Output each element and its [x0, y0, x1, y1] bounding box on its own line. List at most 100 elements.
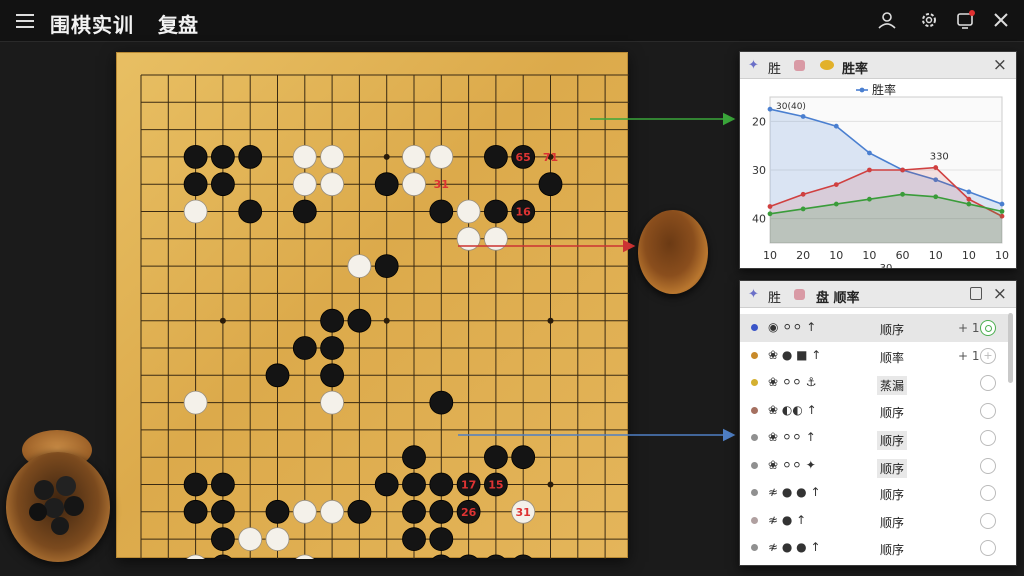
copy-icon[interactable] — [970, 287, 982, 300]
white-stone[interactable] — [456, 199, 481, 224]
close-panel-button[interactable]: × — [993, 55, 1007, 75]
close-icon[interactable] — [990, 9, 1012, 31]
row-radio[interactable] — [980, 457, 996, 474]
app-title: 围棋实训 — [50, 13, 134, 37]
black-stone[interactable] — [292, 199, 317, 224]
menu-icon[interactable] — [14, 10, 36, 32]
white-stone[interactable] — [320, 390, 345, 415]
black-stone[interactable] — [511, 445, 536, 470]
black-stone[interactable] — [211, 145, 235, 169]
black-stone[interactable] — [265, 499, 290, 524]
black-stone[interactable] — [374, 254, 399, 279]
black-stone[interactable] — [211, 554, 234, 559]
move-row[interactable]: ≉ ● ↑ 顺序 — [740, 507, 1008, 535]
white-stone[interactable] — [456, 226, 481, 251]
white-stone[interactable] — [292, 172, 317, 197]
black-stone[interactable] — [429, 527, 454, 552]
y-tick-label: 30 — [752, 164, 766, 177]
go-board-canvas[interactable]: 657131161715263116 — [117, 53, 629, 559]
black-stone[interactable] — [374, 172, 399, 197]
white-stone[interactable] — [183, 199, 208, 224]
row-radio[interactable] — [980, 430, 996, 446]
move-row[interactable]: ❀ ⚪⚪ ⚓ 蒸漏 — [740, 369, 1008, 397]
row-radio[interactable] — [980, 512, 996, 529]
close-panel-button[interactable]: × — [993, 284, 1007, 304]
move-row[interactable]: ❀ ● ■ ↑ 顺率 + 1 + — [740, 342, 1008, 370]
black-stone[interactable] — [183, 145, 208, 169]
black-stone[interactable] — [484, 554, 507, 559]
black-stone[interactable] — [211, 527, 235, 552]
black-stone[interactable] — [347, 308, 372, 333]
black-stone[interactable] — [483, 199, 508, 224]
black-stone[interactable] — [238, 199, 263, 224]
black-stone[interactable] — [402, 445, 426, 470]
white-stone[interactable] — [429, 145, 454, 169]
data-point — [800, 206, 806, 212]
black-stone[interactable] — [211, 472, 235, 497]
row-radio[interactable] — [980, 540, 996, 556]
black-stone[interactable] — [512, 554, 535, 559]
black-stone[interactable] — [402, 499, 426, 524]
white-stone[interactable] — [238, 527, 263, 552]
black-stone[interactable] — [183, 472, 208, 497]
move-row[interactable]: ❀ ⚪⚪ ↑ 顺序 — [740, 424, 1008, 452]
notification-icon[interactable] — [954, 9, 976, 31]
black-stone[interactable] — [429, 472, 454, 497]
white-stone[interactable] — [320, 145, 345, 169]
black-stone[interactable] — [320, 308, 345, 333]
move-row[interactable]: ❀ ◐◐ ↑ 顺序 — [740, 397, 1008, 425]
white-stone[interactable] — [184, 554, 207, 559]
black-stone[interactable] — [538, 172, 563, 197]
black-stone[interactable] — [238, 145, 263, 169]
black-stone[interactable] — [457, 554, 480, 559]
black-stone[interactable] — [211, 172, 235, 197]
black-stone[interactable] — [483, 445, 508, 470]
move-row[interactable]: ≉ ● ● ↑ 顺序 — [740, 534, 1008, 562]
white-stone[interactable] — [320, 172, 345, 197]
move-row[interactable]: ≉ ● ● ↑ 顺序 — [740, 479, 1008, 507]
black-stone[interactable] — [402, 527, 426, 552]
black-stone[interactable] — [211, 499, 235, 524]
black-stone[interactable] — [347, 499, 372, 524]
white-stone[interactable] — [347, 254, 372, 279]
scrollbar[interactable] — [1008, 313, 1013, 383]
black-stone[interactable] — [320, 363, 345, 388]
settings-icon[interactable] — [918, 9, 940, 31]
data-point — [767, 211, 773, 217]
row-radio[interactable]: + — [980, 347, 996, 364]
white-stone[interactable] — [402, 145, 426, 169]
user-icon[interactable] — [876, 9, 898, 31]
row-radio[interactable] — [980, 320, 996, 336]
black-stone[interactable] — [374, 472, 399, 497]
black-stone[interactable] — [483, 145, 508, 169]
black-stone[interactable] — [265, 363, 290, 388]
white-stone[interactable] — [402, 172, 426, 197]
black-stone[interactable] — [430, 554, 453, 559]
white-stone[interactable] — [483, 226, 508, 251]
black-stone[interactable] — [429, 199, 454, 224]
stone-bowl-right[interactable] — [638, 210, 708, 294]
black-stone[interactable] — [320, 336, 345, 360]
row-color-dot — [751, 544, 758, 551]
black-stone[interactable] — [292, 336, 317, 360]
black-stone[interactable] — [183, 172, 208, 197]
white-stone[interactable] — [292, 499, 317, 524]
row-radio[interactable] — [980, 402, 996, 419]
black-stone[interactable] — [183, 499, 208, 524]
row-radio[interactable] — [980, 375, 996, 391]
go-board[interactable]: 657131161715263116 — [116, 52, 629, 559]
black-stone[interactable] — [429, 390, 454, 415]
star-point — [547, 481, 554, 488]
white-stone[interactable] — [292, 145, 317, 169]
white-stone[interactable] — [320, 499, 345, 524]
row-radio[interactable] — [980, 485, 996, 501]
white-stone[interactable] — [183, 390, 208, 415]
white-stone[interactable] — [293, 554, 316, 559]
panel-title: 胜率 — [842, 62, 869, 77]
white-stone[interactable] — [265, 527, 290, 552]
move-row[interactable]: ❀ ⚪⚪ ✦ 顺序 — [740, 452, 1008, 480]
black-stone[interactable] — [402, 472, 426, 497]
data-point — [966, 196, 972, 202]
black-stone[interactable] — [429, 499, 454, 524]
move-row[interactable]: ◉ ⚪⚪ ↑ 顺序 + 1 — [740, 314, 1008, 342]
